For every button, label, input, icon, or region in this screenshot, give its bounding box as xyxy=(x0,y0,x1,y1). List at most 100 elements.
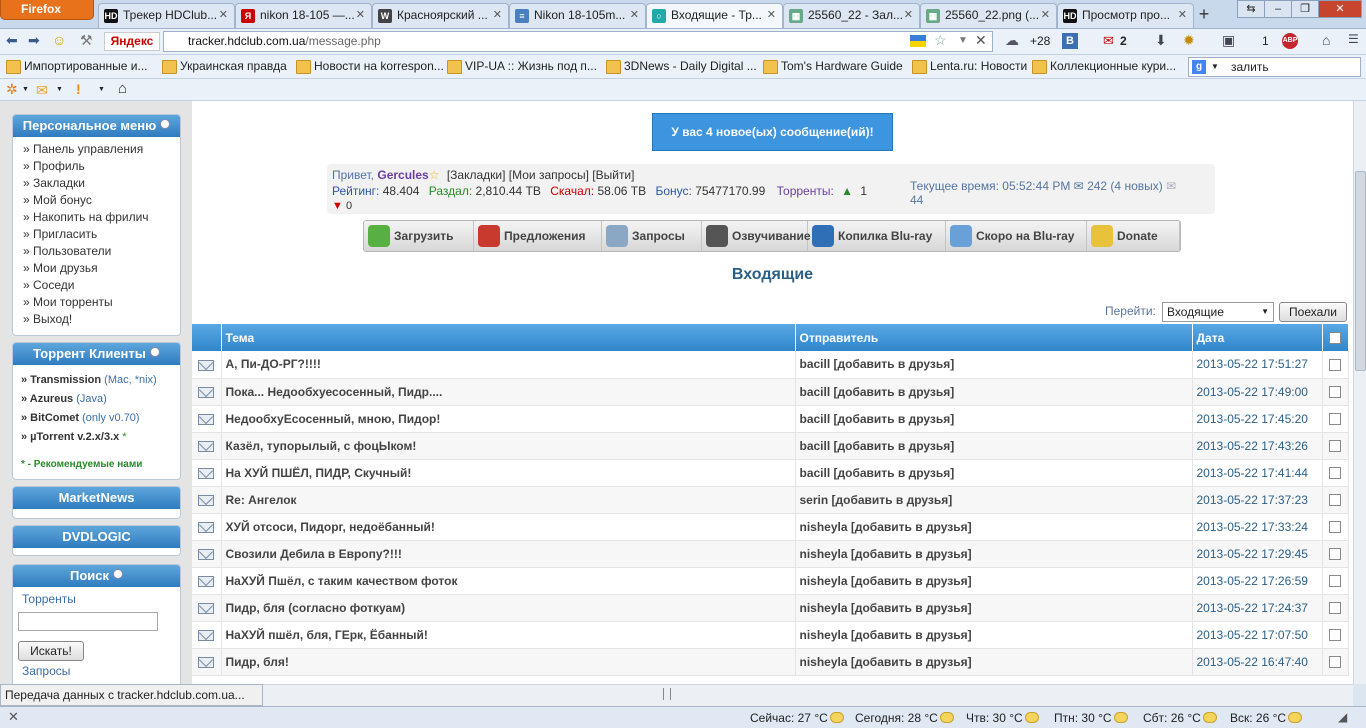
message-checkbox[interactable] xyxy=(1329,494,1341,507)
sender-column-header[interactable]: Отправитель xyxy=(795,324,1193,351)
message-checkbox[interactable] xyxy=(1329,386,1341,399)
inbox-count[interactable]: 242 (4 новых) xyxy=(1087,179,1163,193)
message-subject[interactable]: НаХУЙ Пшёл, с таким качеством фоток xyxy=(221,567,796,595)
weather-item[interactable]: Сегодня: 28 °C xyxy=(855,711,954,725)
personal-menu-header[interactable]: Персональное меню xyxy=(13,115,180,137)
collapse-icon[interactable] xyxy=(113,569,123,579)
message-sender[interactable]: bacill [добавить в друзья] xyxy=(795,405,1193,433)
horizontal-scrollbar[interactable] xyxy=(263,684,1353,706)
alert-icon[interactable]: ! xyxy=(76,81,81,97)
message-sender[interactable]: nisheyla [добавить в друзья] xyxy=(795,648,1193,676)
folder-select[interactable]: Входящие xyxy=(1162,302,1274,322)
close-tab-icon[interactable]: ✕ xyxy=(767,4,776,27)
close-tab-icon[interactable]: ✕ xyxy=(493,4,502,27)
adblock-icon[interactable]: ABP xyxy=(1282,33,1298,49)
message-subject[interactable]: НедообхуЕсосенный, мною, Пидор! xyxy=(221,405,796,433)
bookmark-item[interactable]: Новости на korrespon... xyxy=(296,59,444,74)
username-link[interactable]: Gercules xyxy=(377,168,428,182)
sidebar-search-input[interactable] xyxy=(18,612,158,631)
dropdown-icon[interactable]: ▼ xyxy=(56,86,63,93)
forward-icon[interactable]: ➡ xyxy=(28,32,40,49)
outbox-count[interactable]: 44 xyxy=(910,193,923,207)
envelope-icon[interactable] xyxy=(198,656,215,668)
close-tab-icon[interactable]: ✕ xyxy=(356,4,365,27)
requests-link[interactable]: Запросы xyxy=(22,664,70,678)
message-checkbox[interactable] xyxy=(1329,440,1341,453)
sidebar-menu-item[interactable]: » Пригласить xyxy=(23,226,180,243)
message-checkbox[interactable] xyxy=(1329,602,1341,615)
tab-7[interactable]: ▦ 25560_22.png (... ✕ xyxy=(920,3,1057,28)
table-row[interactable]: НаХУЙ пшёл, бля, ГЕрк, Ёбанный! nisheyla … xyxy=(192,621,1349,649)
back-history-icon[interactable]: ⇆ xyxy=(1237,0,1265,18)
table-row[interactable]: Казёл, тупорылый, с фоцЫком! bacill [доба… xyxy=(192,432,1349,460)
envelope-icon[interactable] xyxy=(198,494,215,506)
bookmark-item[interactable]: 3DNews - Daily Digital ... xyxy=(606,59,757,74)
message-checkbox[interactable] xyxy=(1329,548,1341,561)
sidebar-menu-item[interactable]: » Мои друзья xyxy=(23,260,180,277)
search-dropdown-icon[interactable]: ▼ xyxy=(1211,58,1219,76)
table-row[interactable]: ХУЙ отсоси, Пидорг, недоёбанный! nisheyla… xyxy=(192,513,1349,541)
client-item[interactable]: » Transmission (Mac, *nix) xyxy=(21,371,180,390)
search-header[interactable]: Поиск xyxy=(13,565,180,587)
message-subject[interactable]: А, Пи-ДО-РГ?!!!! xyxy=(221,351,796,379)
weather-item[interactable]: Вск: 26 °C xyxy=(1230,711,1303,725)
weather-item[interactable]: Сбт: 26 °C xyxy=(1143,711,1217,725)
action-coming-soon[interactable]: Скоро на Blu-ray xyxy=(946,221,1087,251)
envelope-icon[interactable] xyxy=(198,548,215,560)
new-messages-banner[interactable]: У вас 4 новое(ых) сообщение(ий)! xyxy=(652,113,893,151)
tab-1[interactable]: HD Трекер HDClub... ✕ xyxy=(98,3,235,28)
marketnews-title[interactable]: MarketNews xyxy=(13,487,180,509)
envelope-icon[interactable] xyxy=(198,359,215,371)
client-item[interactable]: » BitComet (only v0.70) xyxy=(21,409,180,428)
tab-6[interactable]: ▦ 25560_22 - Зал... ✕ xyxy=(783,3,920,28)
action-proposals[interactable]: Предложения xyxy=(474,221,602,251)
subject-column-header[interactable]: Тема xyxy=(221,324,796,351)
message-sender[interactable]: nisheyla [добавить в друзья] xyxy=(795,540,1193,568)
wrench-icon[interactable]: ⚒ xyxy=(80,32,93,49)
torrent-clients-header[interactable]: Торрент Клиенты xyxy=(13,343,180,365)
addon-icon[interactable]: ✹ xyxy=(1183,32,1195,49)
close-addon-bar-icon[interactable]: ✕ xyxy=(8,709,19,725)
table-row[interactable]: Пока... Недообхуесосенный, Пидр.... bacil… xyxy=(192,378,1349,406)
message-sender[interactable]: bacill [добавить в друзья] xyxy=(795,459,1193,487)
select-all-checkbox[interactable] xyxy=(1329,332,1341,345)
tab-4[interactable]: ≡ Nikon 18-105m... ✕ xyxy=(509,3,646,28)
star-icon[interactable]: ☆ xyxy=(934,32,947,49)
sidebar-menu-item[interactable]: » Соседи xyxy=(23,277,180,294)
stop-icon[interactable]: ✕ xyxy=(975,32,987,49)
url-bar[interactable]: tracker.hdclub.com.ua/message.php xyxy=(163,31,993,52)
sidebar-menu-item[interactable]: » Накопить на фрилич xyxy=(23,209,180,226)
table-row[interactable]: Пидр, бля (согласно фоткуам) nisheyla [до… xyxy=(192,594,1349,622)
bookmark-item[interactable]: Lenta.ru: Новости xyxy=(912,59,1027,74)
message-sender[interactable]: bacill [добавить в друзья] xyxy=(795,351,1193,379)
minimize-icon[interactable]: – xyxy=(1264,0,1292,18)
weather-badge[interactable]: +28 xyxy=(1030,34,1050,48)
message-subject[interactable]: Свозили Дебила в Европу?!!! xyxy=(221,540,796,568)
message-sender[interactable]: bacill [добавить в друзья] xyxy=(795,432,1193,460)
action-upload[interactable]: Загрузить xyxy=(364,221,474,251)
tab-8[interactable]: HD Просмотр про... ✕ xyxy=(1057,3,1194,28)
envelope-icon[interactable] xyxy=(198,440,215,452)
message-sender[interactable]: bacill [добавить в друзья] xyxy=(795,378,1193,406)
search-torrents-link[interactable]: Торренты xyxy=(22,592,76,606)
message-sender[interactable]: nisheyla [добавить в друзья] xyxy=(795,513,1193,541)
collapse-icon[interactable] xyxy=(149,347,160,357)
dropdown-icon[interactable]: ▼ xyxy=(22,86,29,93)
dropdown-icon[interactable]: ▼ xyxy=(98,86,105,93)
envelope-icon[interactable] xyxy=(198,467,215,479)
date-column-header[interactable]: Дата xyxy=(1192,324,1323,351)
weather-item[interactable]: Сейчас: 27 °C xyxy=(750,711,844,725)
close-tab-icon[interactable]: ✕ xyxy=(904,4,913,27)
maximize-icon[interactable]: ❐ xyxy=(1291,0,1319,18)
firefox-menu-button[interactable]: Firefox xyxy=(0,0,94,20)
message-sender[interactable]: nisheyla [добавить в друзья] xyxy=(795,594,1193,622)
vertical-scrollbar[interactable] xyxy=(1353,101,1366,684)
message-sender[interactable]: nisheyla [добавить в друзья] xyxy=(795,567,1193,595)
table-row[interactable]: А, Пи-ДО-РГ?!!!! bacill [добавить в друзь… xyxy=(192,351,1349,379)
message-checkbox[interactable] xyxy=(1329,467,1341,480)
client-item[interactable]: » µTorrent v.2.x/3.x * xyxy=(21,428,180,447)
tab-3[interactable]: W Красноярский ... ✕ xyxy=(372,3,509,28)
message-subject[interactable]: Re: Ангелок xyxy=(221,486,796,514)
sidebar-menu-item[interactable]: » Выход! xyxy=(23,311,180,328)
message-checkbox[interactable] xyxy=(1329,413,1341,426)
